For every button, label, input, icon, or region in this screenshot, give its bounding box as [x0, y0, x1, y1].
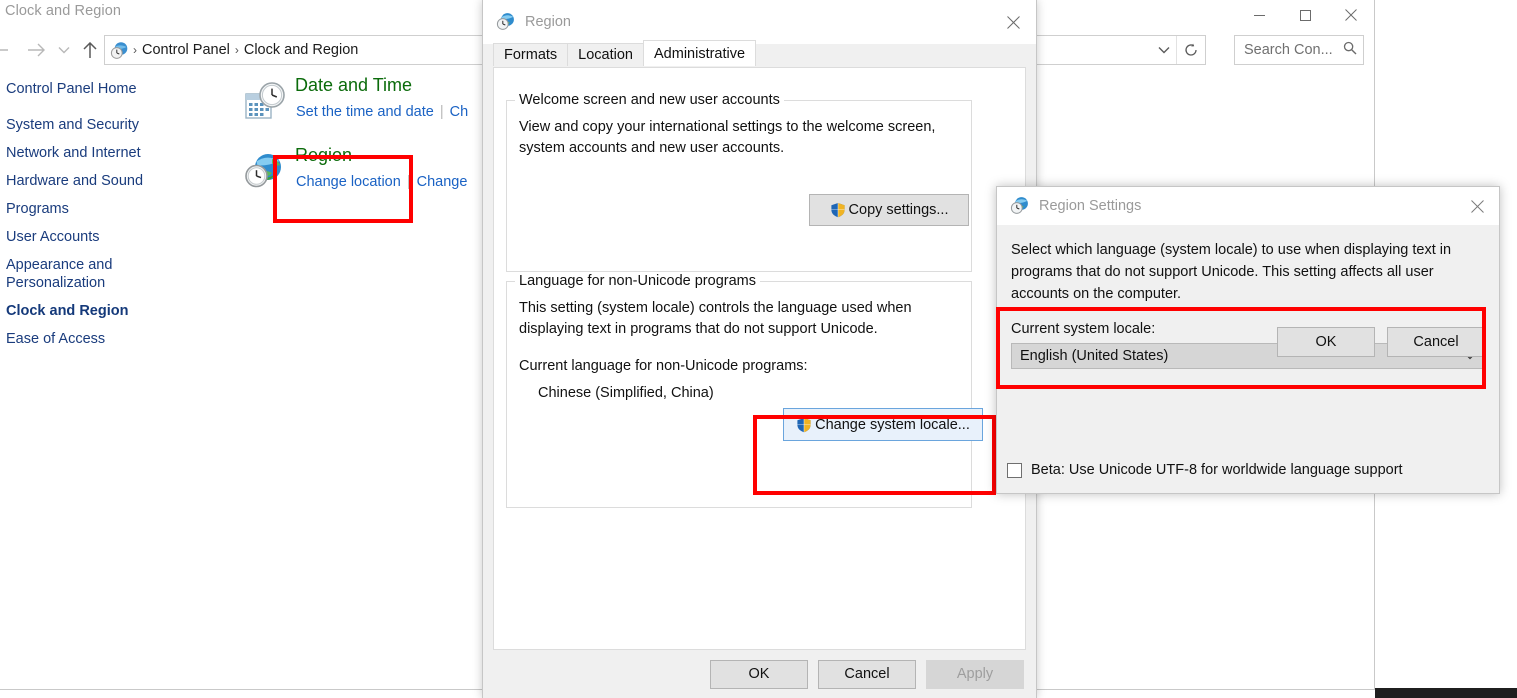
link-change-time-zone[interactable]: Ch [450, 104, 469, 120]
region-dialog: Region Formats Location Administrative W… [482, 0, 1037, 698]
window-title: Clock and Region [5, 3, 122, 19]
welcome-group-description: View and copy your international setting… [519, 119, 936, 156]
language-non-unicode-group: Language for non-Unicode programs This s… [506, 273, 983, 508]
link-separator: | [439, 104, 444, 120]
link-change-location[interactable]: Change location [296, 174, 401, 190]
sidebar-item-control-panel-home[interactable]: Control Panel Home [0, 80, 215, 98]
cancel-button[interactable]: Cancel [1387, 327, 1485, 357]
region-globe-clock-icon [241, 150, 289, 198]
chevron-down-icon[interactable] [1151, 36, 1177, 64]
region-dialog-footer: OK Cancel Apply [483, 650, 1036, 698]
category-links-date-and-time: Set the time and date | Ch [296, 104, 468, 120]
search-input[interactable]: Search Con... [1234, 35, 1364, 65]
region-settings-description: Select which language (system locale) to… [1011, 242, 1452, 302]
sidebar-item-system-and-security[interactable]: System and Security [0, 116, 215, 134]
window-controls [1236, 0, 1374, 30]
apply-button: Apply [926, 659, 1024, 689]
current-language-label: Current language for non-Unicode program… [519, 358, 808, 374]
welcome-screen-group: Welcome screen and new user accounts Vie… [506, 92, 972, 272]
sidebar-item-programs[interactable]: Programs [0, 200, 215, 218]
forward-button[interactable] [22, 36, 50, 64]
beta-utf8-checkbox-label: Beta: Use Unicode UTF-8 for worldwide la… [1031, 462, 1403, 478]
region-dialog-titlebar: Region [483, 0, 1036, 44]
link-separator: | [406, 174, 411, 190]
sidebar-item-clock-and-region[interactable]: Clock and Region [0, 302, 215, 320]
administrative-tab-panel: Welcome screen and new user accounts Vie… [493, 67, 1026, 650]
close-icon[interactable] [990, 0, 1036, 44]
region-dialog-tabs: Formats Location Administrative [493, 40, 1036, 66]
link-change-date-time-or-number-formats[interactable]: Change [417, 174, 468, 190]
control-panel-globe-clock-icon [110, 41, 129, 60]
region-settings-body: Select which language (system locale) to… [997, 239, 1499, 478]
sidebar-item-user-accounts[interactable]: User Accounts [0, 228, 215, 246]
copy-settings-button[interactable]: Copy settings... [809, 194, 969, 226]
maximize-button[interactable] [1282, 0, 1328, 30]
tab-formats[interactable]: Formats [493, 43, 569, 66]
screen: Clock and Region › Control Panel › Clock… [0, 0, 1517, 698]
beta-utf8-checkbox[interactable] [1007, 462, 1022, 478]
breadcrumb-control-panel[interactable]: Control Panel [138, 42, 234, 58]
refresh-icon[interactable] [1176, 36, 1205, 64]
recent-locations-button[interactable] [50, 36, 78, 64]
region-settings-title: Region Settings [1039, 198, 1142, 214]
region-settings-footer: OK Cancel [997, 327, 1499, 357]
region-settings-titlebar: Region Settings [997, 187, 1499, 225]
up-button[interactable] [76, 36, 104, 64]
beta-utf8-checkbox-row[interactable]: Beta: Use Unicode UTF-8 for worldwide la… [1007, 462, 1403, 478]
category-title-date-and-time[interactable]: Date and Time [295, 75, 412, 96]
date-and-time-icon [241, 80, 289, 128]
change-system-locale-button[interactable]: Change system locale... [783, 408, 983, 441]
search-placeholder: Search Con... [1244, 42, 1333, 58]
region-globe-clock-icon [496, 12, 516, 32]
welcome-group-legend: Welcome screen and new user accounts [515, 92, 784, 108]
region-settings-dialog: Region Settings Select which language (s… [996, 186, 1500, 494]
sidebar-item-ease-of-access[interactable]: Ease of Access [0, 330, 215, 348]
category-title-region[interactable]: Region [295, 145, 352, 166]
taskbar [1375, 688, 1517, 698]
copy-settings-button-label: Copy settings... [848, 202, 949, 218]
back-button[interactable] [0, 36, 14, 64]
search-icon [1343, 41, 1357, 60]
language-group-description: This setting (system locale) controls th… [519, 300, 912, 337]
breadcrumb-clock-and-region[interactable]: Clock and Region [240, 42, 362, 58]
close-button[interactable] [1328, 0, 1374, 30]
sidebar-item-network-and-internet[interactable]: Network and Internet [0, 144, 215, 162]
region-dialog-title: Region [525, 14, 571, 30]
category-links-region: Change location | Change [296, 174, 467, 190]
ok-button[interactable]: OK [710, 659, 808, 689]
tab-location[interactable]: Location [567, 43, 644, 66]
link-set-the-time-and-date[interactable]: Set the time and date [296, 104, 434, 120]
change-system-locale-button-label: Change system locale... [815, 416, 970, 433]
uac-shield-icon [830, 202, 846, 218]
language-group-legend: Language for non-Unicode programs [515, 273, 760, 289]
cancel-button[interactable]: Cancel [818, 659, 916, 689]
current-language-value: Chinese (Simplified, China) [538, 385, 714, 401]
sidebar-item-hardware-and-sound[interactable]: Hardware and Sound [0, 172, 215, 190]
uac-shield-icon [796, 417, 812, 433]
close-icon[interactable] [1455, 187, 1499, 225]
ok-button[interactable]: OK [1277, 327, 1375, 357]
sidebar: Control Panel Home System and Security N… [0, 80, 215, 358]
tab-administrative[interactable]: Administrative [643, 40, 757, 66]
region-globe-clock-icon [1010, 196, 1030, 216]
sidebar-item-appearance-and-personalization[interactable]: Appearance and Personalization [0, 256, 215, 292]
minimize-button[interactable] [1236, 0, 1282, 30]
